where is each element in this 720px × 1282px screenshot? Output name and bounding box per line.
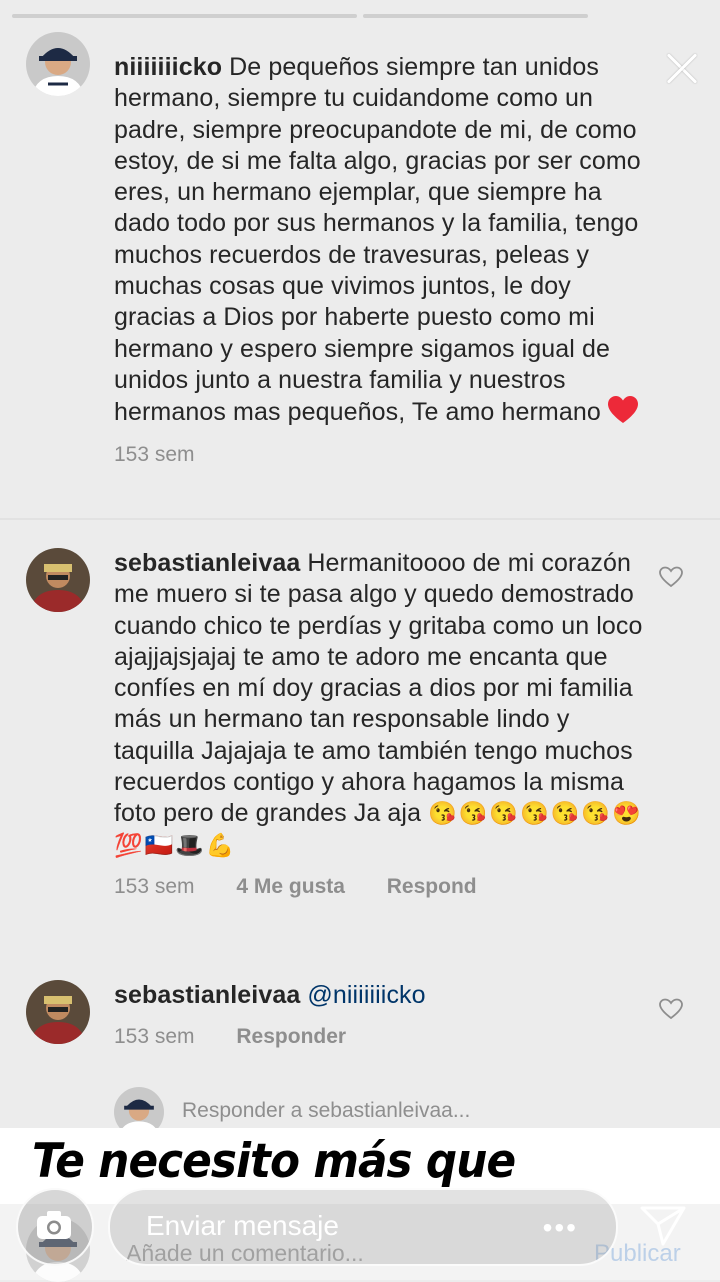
more-options-icon[interactable]: ••• — [543, 1212, 578, 1244]
camera-icon — [37, 1211, 71, 1239]
comment-meta: 153 sem 4 Me gusta Respond — [114, 875, 654, 899]
comment-text: niiiiiiicko De pequeños siempre tan unid… — [114, 53, 641, 427]
comment-username[interactable]: sebastianleivaa — [114, 981, 300, 1009]
reply-to-row: Responder a sebastianleivaa... — [114, 1085, 714, 1137]
comment-time: 153 sem — [114, 874, 195, 898]
like-heart-icon[interactable] — [659, 566, 683, 588]
like-heart-icon[interactable] — [659, 998, 683, 1020]
comment-meta: 153 sem Responder — [114, 1025, 654, 1049]
close-icon[interactable] — [660, 46, 704, 90]
comment-time: 153 sem — [114, 1025, 195, 1049]
send-message-input[interactable]: Enviar mensaje ••• — [108, 1188, 618, 1266]
comment-username[interactable]: sebastianleivaa — [114, 549, 300, 577]
reply-button[interactable]: Responder — [236, 1025, 346, 1048]
reply-to-label: Responder a sebastianleivaa... — [182, 1099, 471, 1122]
likes-count[interactable]: 4 Me gusta — [236, 875, 345, 898]
comment-text: sebastianleivaa Hermanitoooo de mi coraz… — [114, 549, 643, 858]
comment-username[interactable]: niiiiiiicko — [114, 53, 222, 81]
comment-time: 153 sem — [114, 442, 195, 466]
divider — [0, 518, 720, 520]
send-icon[interactable] — [638, 1200, 688, 1250]
send-message-placeholder: Enviar mensaje — [146, 1210, 339, 1241]
mention-link[interactable]: @niiiiiiicko — [307, 981, 425, 1009]
story-progress-segment — [363, 14, 588, 18]
heart-emoji-icon — [607, 396, 638, 424]
reply-button[interactable]: Respond — [387, 875, 477, 898]
avatar[interactable] — [26, 548, 90, 612]
avatar[interactable] — [26, 32, 90, 96]
story-progress-bar — [0, 0, 720, 30]
story-progress-segment — [12, 14, 357, 18]
avatar[interactable] — [26, 980, 90, 1044]
comment-meta: 153 sem — [114, 443, 654, 467]
comment-text: sebastianleivaa @niiiiiiicko — [114, 980, 654, 1011]
camera-button[interactable] — [16, 1188, 94, 1266]
